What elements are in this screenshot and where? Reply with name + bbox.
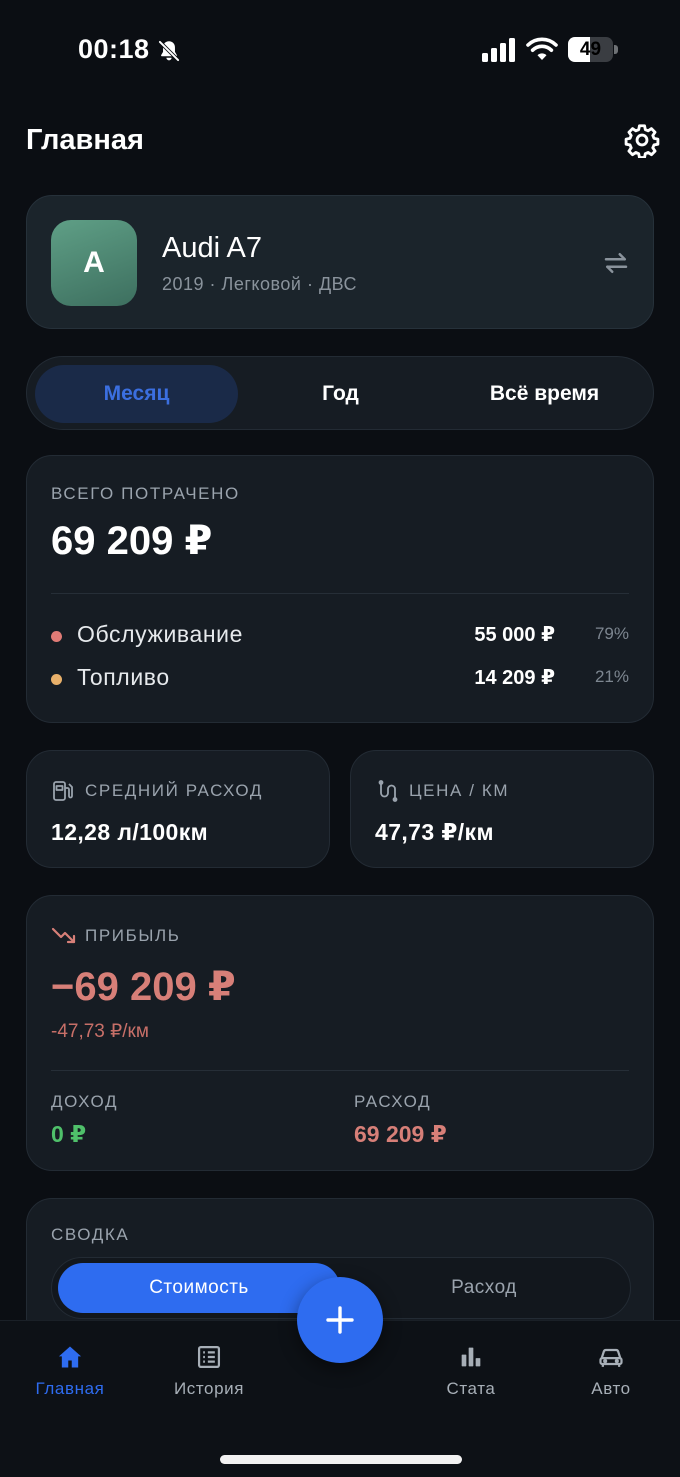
total-spent-value: 69 209 ₽ bbox=[51, 519, 213, 563]
divider bbox=[51, 1070, 629, 1071]
nav-item-home[interactable]: Главная bbox=[0, 1343, 140, 1403]
profit-card: ПРИБЫЛЬ −69 209 ₽ -47,73 ₽/км ДОХОД 0 ₽ … bbox=[26, 895, 654, 1171]
income-value: 0 ₽ bbox=[51, 1121, 87, 1147]
trend-down-icon bbox=[51, 927, 76, 944]
vehicle-card[interactable]: A Audi A7 2019 · Легковой · ДВС bbox=[26, 195, 654, 329]
home-indicator bbox=[220, 1455, 462, 1464]
battery-icon: 49 bbox=[568, 37, 618, 62]
nav-label: Стата bbox=[446, 1379, 496, 1398]
period-tabs: Месяц Год Всё время bbox=[26, 356, 654, 430]
price-per-km-value: 47,73 ₽/км bbox=[375, 819, 494, 845]
tab-year[interactable]: Год bbox=[239, 365, 442, 423]
summary-tab-cost[interactable]: Стоимость bbox=[58, 1263, 340, 1313]
nav-label: Авто bbox=[591, 1379, 631, 1398]
category-row-maintenance: Обслуживание 55 000 ₽ 79% bbox=[51, 621, 629, 651]
profit-per-km: -47,73 ₽/км bbox=[51, 1021, 149, 1042]
category-percent: 79% bbox=[594, 624, 629, 643]
bar-chart-icon bbox=[461, 1347, 481, 1367]
list-icon bbox=[197, 1345, 221, 1369]
nav-item-history[interactable]: История bbox=[139, 1343, 279, 1403]
fuel-pump-icon bbox=[53, 781, 73, 801]
category-name: Топливо bbox=[77, 664, 170, 690]
divider bbox=[51, 593, 629, 594]
expense-label: РАСХОД bbox=[354, 1092, 432, 1111]
category-dot bbox=[51, 674, 62, 685]
category-name: Обслуживание bbox=[77, 621, 244, 647]
profit-value: −69 209 ₽ bbox=[51, 965, 236, 1009]
summary-label: СВОДКА bbox=[51, 1225, 130, 1244]
nav-item-car[interactable]: Авто bbox=[541, 1343, 680, 1403]
summary-tab-expense[interactable]: Расход bbox=[342, 1263, 626, 1313]
profit-label: ПРИБЫЛЬ bbox=[85, 926, 181, 945]
category-amount: 55 000 ₽ bbox=[474, 624, 555, 646]
nav-label: Главная bbox=[35, 1379, 105, 1398]
category-percent: 21% bbox=[594, 667, 629, 686]
car-icon bbox=[599, 1348, 623, 1367]
vehicle-meta: 2019 · Легковой · ДВС bbox=[162, 274, 358, 294]
route-icon bbox=[378, 780, 398, 802]
expense-value: 69 209 ₽ bbox=[354, 1121, 447, 1147]
nav-label: История bbox=[173, 1379, 245, 1398]
tab-month[interactable]: Месяц bbox=[35, 365, 238, 423]
gear-icon[interactable] bbox=[624, 122, 660, 158]
status-time: 00:18 bbox=[78, 34, 150, 64]
tab-all-time[interactable]: Всё время bbox=[443, 365, 646, 423]
add-entry-button[interactable] bbox=[297, 1277, 383, 1363]
price-per-km-label: ЦЕНА / КМ bbox=[409, 781, 510, 800]
page-title: Главная bbox=[26, 124, 144, 156]
avg-consumption-label: СРЕДНИЙ РАСХОД bbox=[85, 781, 263, 800]
total-spent-label: ВСЕГО ПОТРАЧЕНО bbox=[51, 484, 240, 503]
category-row-fuel: Топливо 14 209 ₽ 21% bbox=[51, 664, 629, 694]
battery-level: 49 bbox=[579, 39, 602, 60]
category-amount: 14 209 ₽ bbox=[474, 667, 555, 689]
price-per-km-card: ЦЕНА / КМ 47,73 ₽/км bbox=[350, 750, 654, 868]
plus-icon bbox=[326, 1306, 354, 1334]
home-icon bbox=[58, 1346, 82, 1368]
signal-icon bbox=[482, 38, 515, 62]
nav-item-stats[interactable]: Стата bbox=[401, 1343, 541, 1403]
wifi-icon bbox=[526, 37, 558, 60]
vehicle-avatar: A bbox=[51, 220, 137, 306]
avg-consumption-value: 12,28 л/100км bbox=[51, 819, 209, 845]
bell-off-icon bbox=[157, 39, 181, 63]
category-dot bbox=[51, 631, 62, 642]
status-bar: 00:18 49 bbox=[0, 0, 680, 100]
swap-arrows-icon[interactable] bbox=[601, 248, 631, 278]
vehicle-name: Audi A7 bbox=[162, 232, 262, 264]
total-spent-card: ВСЕГО ПОТРАЧЕНО 69 209 ₽ Обслуживание 55… bbox=[26, 455, 654, 723]
avg-consumption-card: СРЕДНИЙ РАСХОД 12,28 л/100км bbox=[26, 750, 330, 868]
income-label: ДОХОД bbox=[51, 1092, 119, 1111]
